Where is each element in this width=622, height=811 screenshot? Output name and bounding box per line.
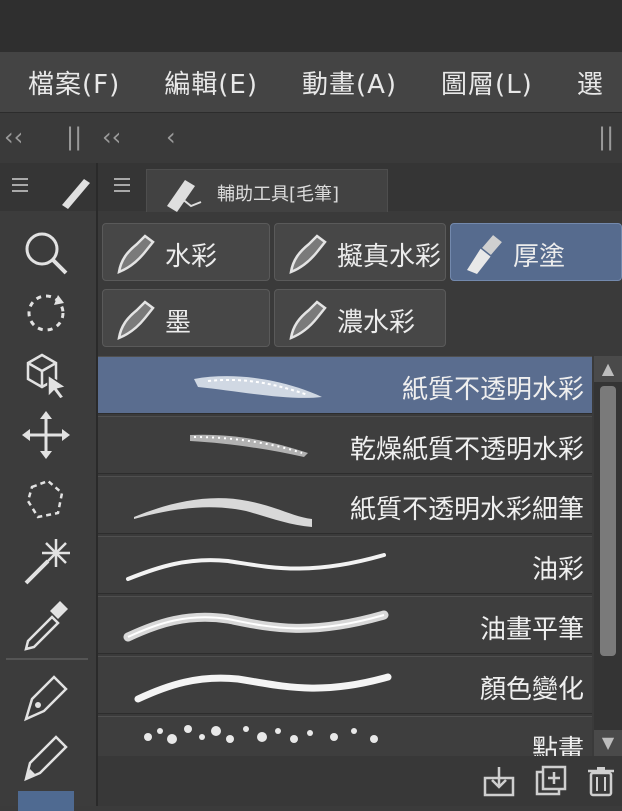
brush-name: 紙質不透明水彩 (397, 369, 584, 406)
import-subtool-icon[interactable] (482, 764, 516, 798)
brush-tip-icon (117, 234, 155, 274)
subtool-tab[interactable]: 輔助工具[毛筆] (146, 169, 388, 212)
group-label: 墨 (165, 308, 192, 338)
object-select-icon[interactable] (18, 345, 74, 401)
brush-icon[interactable] (18, 791, 74, 811)
group-thick-watercolor-button[interactable]: 濃水彩 (274, 289, 446, 347)
subtool-panel-header: 輔助工具[毛筆] (98, 163, 622, 212)
pencil-icon[interactable] (18, 729, 74, 785)
menu-select[interactable]: 選 (549, 64, 604, 101)
group-label: 濃水彩 (337, 308, 416, 338)
impasto-icon (467, 232, 505, 274)
group-impasto-button[interactable]: 厚塗 (450, 223, 622, 281)
brush-stroke-preview (144, 725, 378, 744)
rotate-icon[interactable] (18, 285, 74, 341)
group-watercolor-button[interactable]: 水彩 (102, 223, 270, 281)
tool-divider (6, 658, 88, 660)
scroll-up-icon[interactable]: ▲ (594, 356, 622, 382)
brush-row[interactable]: 油畫平筆 (98, 596, 592, 654)
brush-name: 油彩 (531, 555, 584, 585)
duplicate-subtool-icon[interactable] (534, 764, 568, 798)
brush-list: 紙質不透明水彩 乾燥紙質不透明水彩 紙質不透明水彩細筆 油彩 油畫平筆 顏色變化… (98, 356, 592, 756)
brush-name: 油畫平筆 (479, 615, 584, 645)
brush-name: 顏色變化 (479, 675, 584, 705)
menu-layer[interactable]: 圖層(L) (413, 64, 533, 101)
tool-palette-header (0, 163, 96, 211)
brush-name: 點畫 (531, 735, 584, 756)
lasso-icon[interactable] (18, 471, 74, 527)
magic-wand-icon[interactable] (18, 533, 74, 589)
tool-palette (0, 163, 98, 811)
collapse-mid-icon[interactable]: ‹‹ (102, 123, 121, 151)
brush-name: 乾燥紙質不透明水彩 (349, 435, 584, 465)
group-label: 擬真水彩 (337, 242, 442, 272)
zoom-icon[interactable] (18, 225, 74, 281)
brush-stroke-preview (126, 553, 386, 581)
brush-row[interactable]: 點畫 (98, 716, 592, 756)
menu-edit[interactable]: 編輯(E) (136, 64, 258, 101)
dock-collapse-bar: ‹‹ || ‹‹ ‹ || (0, 112, 622, 163)
scroll-thumb[interactable] (600, 386, 616, 656)
brush-row[interactable]: 油彩 (98, 536, 592, 594)
eyedropper-icon[interactable] (18, 595, 74, 651)
group-realistic-watercolor-button[interactable]: 擬真水彩 (274, 223, 446, 281)
subtool-panel-title: 輔助工具[毛筆] (217, 184, 340, 205)
collapse-left-icon[interactable]: ‹‹ (4, 123, 23, 151)
brush-name: 紙質不透明水彩細筆 (349, 495, 584, 525)
title-bar (0, 0, 622, 52)
dock-handle-right[interactable]: || (598, 123, 614, 151)
pen-icon[interactable] (18, 669, 74, 725)
scroll-down-icon[interactable]: ▼ (594, 730, 622, 756)
brush-list-scrollbar[interactable]: ▲ ▼ (594, 356, 622, 756)
brush-row[interactable]: 紙質不透明水彩細筆 (98, 476, 592, 534)
move-icon[interactable] (18, 407, 74, 463)
brush-row[interactable]: 顏色變化 (98, 656, 592, 714)
group-ink-button[interactable]: 墨 (102, 289, 270, 347)
menu-animation[interactable]: 動畫(A) (274, 64, 397, 101)
brush-tool-icon (167, 180, 202, 212)
trash-icon[interactable] (584, 764, 618, 798)
panel-menu-icon[interactable] (104, 163, 144, 211)
group-label: 厚塗 (513, 242, 566, 272)
brush-tip-icon (289, 234, 327, 274)
brush-tip-icon (289, 300, 327, 340)
subtool-panel: 輔助工具[毛筆] 水彩 擬真水彩 厚塗 墨 濃水彩 紙質不透明水彩 乾燥紙質不透… (98, 163, 622, 806)
brush-row[interactable]: 乾燥紙質不透明水彩 (98, 416, 592, 474)
brush-tip-icon (117, 300, 155, 340)
dock-handle-left[interactable]: || (66, 123, 82, 151)
menu-file[interactable]: 檔案(F) (0, 64, 120, 101)
menu-bar: 檔案(F) 編輯(E) 動畫(A) 圖層(L) 選 (0, 52, 622, 112)
tool-palette-menu-icon[interactable] (0, 163, 96, 211)
subtool-actions-bar (98, 756, 622, 806)
collapse-single-icon[interactable]: ‹ (166, 123, 176, 151)
group-label: 水彩 (165, 242, 218, 272)
brush-row[interactable]: 紙質不透明水彩 (98, 356, 592, 414)
